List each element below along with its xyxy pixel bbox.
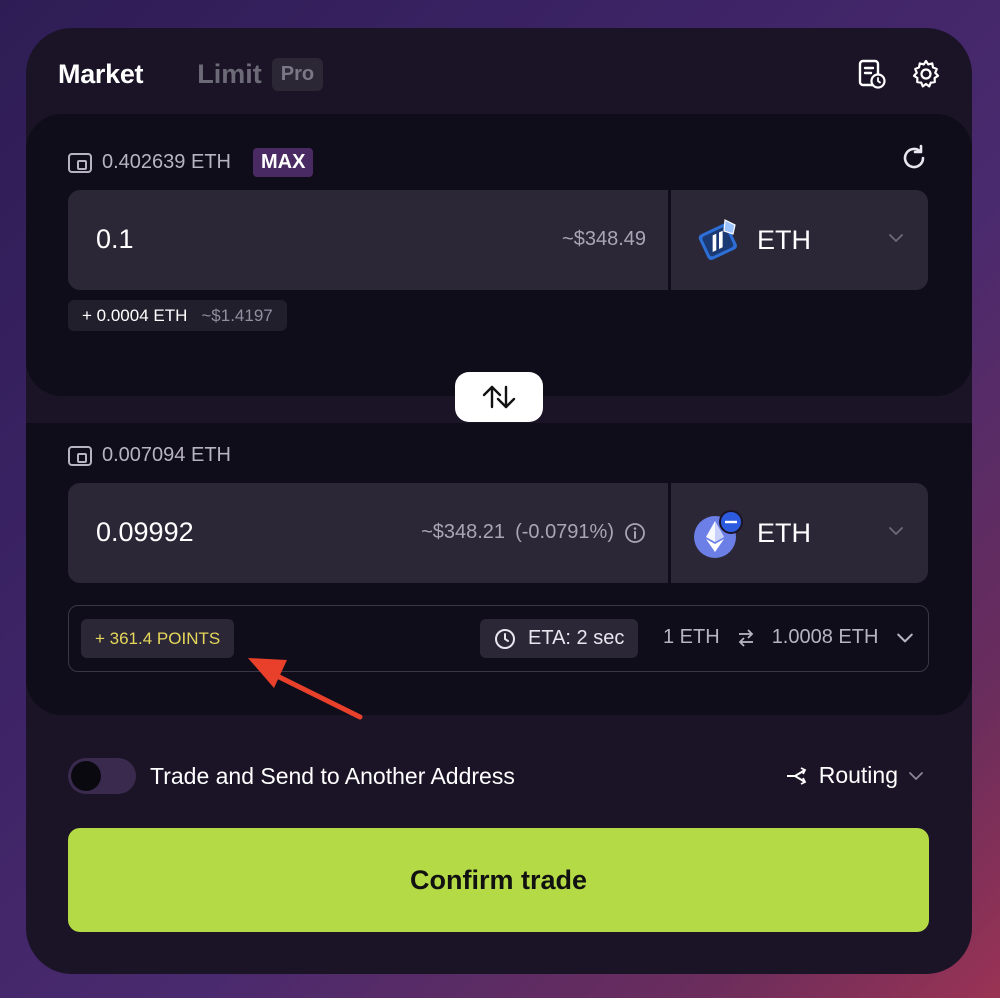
from-balance-value: 0.402639 ETH bbox=[102, 151, 231, 173]
to-usd-text: ~$348.21 bbox=[421, 521, 506, 543]
wallet-icon bbox=[68, 445, 92, 466]
send-to-address-label: Trade and Send to Another Address bbox=[150, 762, 515, 789]
to-balance-value: 0.007094 ETH bbox=[102, 444, 231, 466]
arbitrum-icon bbox=[693, 216, 741, 264]
header-actions bbox=[856, 58, 942, 90]
to-amount-field: 0.09992 ~$348.21 (-0.0791%) bbox=[68, 483, 668, 583]
chevron-down-icon[interactable] bbox=[896, 629, 914, 647]
price-impact: (-0.0791%) bbox=[515, 521, 614, 543]
order-type-tabs: Market Limit Pro bbox=[58, 56, 324, 92]
fee-chip: + 0.0004 ETH ~$1.4197 bbox=[68, 300, 287, 331]
swap-direction-button[interactable] bbox=[455, 372, 543, 422]
exchange-arrows-icon bbox=[738, 628, 753, 647]
wallet-icon bbox=[68, 152, 92, 173]
from-balance: 0.402639 ETH MAX bbox=[68, 148, 314, 177]
exchange-rate: 1 ETH 1.0008 ETH bbox=[663, 626, 914, 649]
tab-market[interactable]: Market bbox=[58, 59, 144, 90]
swap-arrows-icon bbox=[482, 385, 516, 409]
tab-limit[interactable]: Limit bbox=[197, 59, 262, 90]
trade-info-bar[interactable]: + 361.4 POINTS ETA: 2 sec 1 ETH 1.0008 E… bbox=[68, 605, 929, 672]
points-badge: + 361.4 POINTS bbox=[81, 619, 235, 658]
to-usd-value: ~$348.21 (-0.0791%) bbox=[421, 521, 646, 544]
swap-card: Market Limit Pro 0.402639 ETH MAX 0.1 ~$… bbox=[26, 28, 972, 974]
rate-from: 1 ETH bbox=[663, 626, 720, 648]
settings-icon[interactable] bbox=[910, 58, 942, 90]
to-amount-value: 0.09992 bbox=[96, 517, 194, 547]
chevron-down-icon bbox=[889, 234, 903, 242]
chevron-down-icon bbox=[889, 527, 903, 535]
send-to-address-toggle[interactable] bbox=[68, 758, 136, 794]
toggle-knob bbox=[71, 761, 101, 791]
from-usd-value: ~$348.49 bbox=[562, 228, 646, 251]
eta-text: ETA: 2 sec bbox=[528, 627, 625, 649]
routing-button[interactable]: Routing bbox=[785, 762, 924, 789]
to-balance: 0.007094 ETH bbox=[68, 444, 231, 467]
info-icon[interactable] bbox=[624, 522, 646, 544]
from-usd-text: ~$348.49 bbox=[562, 228, 646, 250]
max-button[interactable]: MAX bbox=[252, 148, 314, 177]
send-to-address-option: Trade and Send to Another Address bbox=[68, 758, 515, 794]
ethereum-icon bbox=[693, 509, 743, 558]
from-token-selector[interactable]: ETH bbox=[671, 190, 928, 290]
history-icon[interactable] bbox=[856, 58, 888, 90]
eta-chip: ETA: 2 sec bbox=[480, 619, 639, 658]
confirm-trade-button[interactable]: Confirm trade bbox=[68, 828, 929, 932]
clock-icon bbox=[495, 628, 515, 649]
chevron-down-icon bbox=[909, 771, 923, 780]
refresh-icon[interactable] bbox=[900, 144, 930, 174]
rate-to: 1.0008 ETH bbox=[771, 626, 879, 648]
from-amount-input[interactable]: 0.1 bbox=[96, 224, 134, 255]
routing-icon bbox=[786, 766, 806, 785]
to-token-symbol: ETH bbox=[757, 518, 811, 548]
fee-eth: + 0.0004 ETH bbox=[82, 305, 188, 325]
from-token-symbol: ETH bbox=[757, 225, 811, 255]
from-amount-field[interactable]: 0.1 ~$348.49 bbox=[68, 190, 668, 290]
fee-usd: ~$1.4197 bbox=[201, 305, 273, 325]
pro-badge: Pro bbox=[271, 57, 324, 91]
to-token-selector[interactable]: ETH bbox=[671, 483, 928, 583]
routing-label: Routing bbox=[818, 762, 898, 788]
